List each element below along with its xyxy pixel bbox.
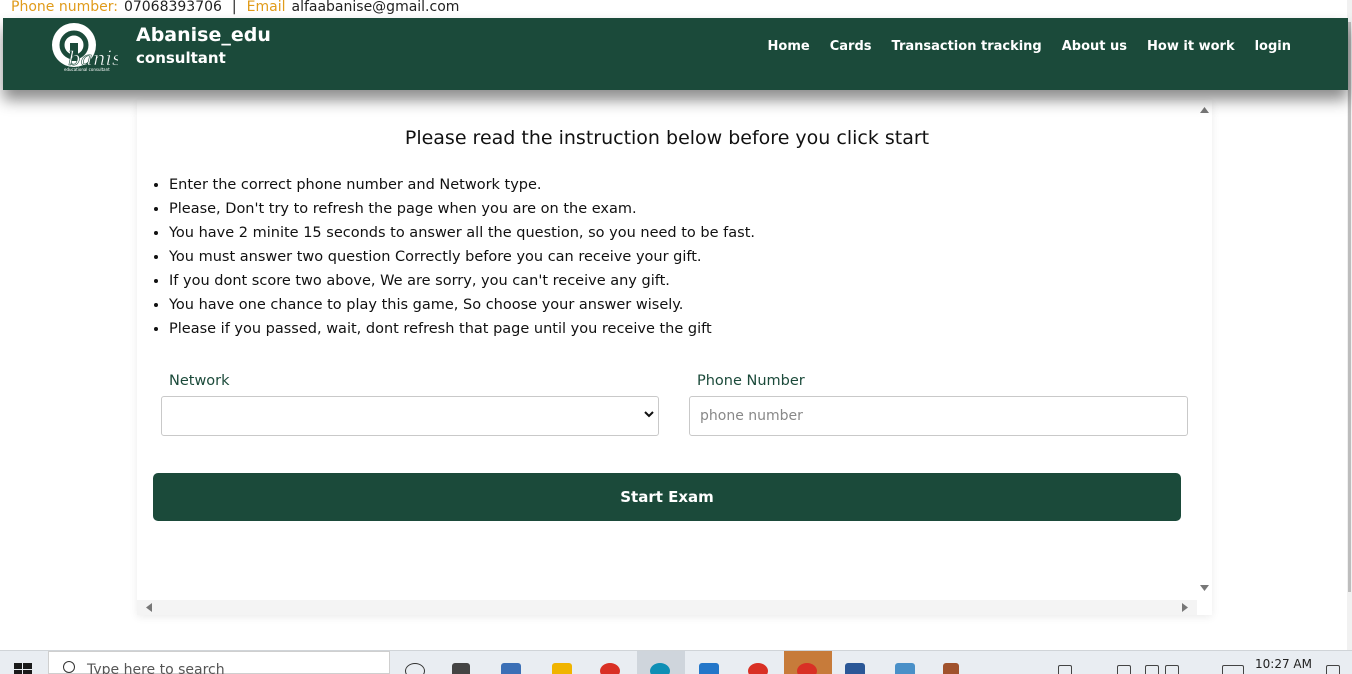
nav-transaction-tracking[interactable]: Transaction tracking [892,39,1042,54]
instruction-item: If you dont score two above, We are sorr… [169,269,755,293]
taskbar-clock[interactable]: 10:27 AM [1255,657,1312,671]
page-scrollbar-thumb[interactable] [1348,22,1351,592]
cortana-icon[interactable] [405,663,425,674]
phone-number-label: Phone Number [697,373,805,389]
instruction-item: You have one chance to play this game, S… [169,293,755,317]
brand-title[interactable]: Abanise_edu [136,24,271,46]
instruction-item: Please if you passed, wait, dont refresh… [169,317,755,341]
nav-home[interactable]: Home [768,39,810,54]
card-title: Please read the instruction below before… [404,127,930,149]
taskbar-search[interactable]: Type here to search [48,651,390,674]
instruction-card: Please read the instruction below before… [137,100,1212,615]
logo-caption: educational consultant [64,67,110,72]
network-label: Network [169,373,230,389]
navbar: banise educational consultant Abanise_ed… [3,18,1348,90]
nav-how-it-work[interactable]: How it work [1147,39,1235,54]
card-vertical-scrollbar[interactable] [1197,100,1212,600]
windows-start-icon[interactable] [14,663,32,674]
app-icon[interactable] [501,663,521,674]
email-label: Email [246,0,286,15]
nav-links: Home Cards Transaction tracking About us… [768,39,1291,54]
instruction-item: You have 2 minite 15 seconds to answer a… [169,221,755,245]
chrome-profile-icon[interactable] [748,663,768,674]
network-select[interactable] [161,396,659,436]
logo-icon: banise educational consultant [52,23,134,72]
chrome-icon[interactable] [600,663,620,674]
search-icon [63,661,75,673]
brand-subtitle: consultant [136,49,226,67]
phone-label: Phone number: [11,0,118,15]
vscode-icon[interactable] [699,663,719,674]
contact-separator: | [231,0,237,15]
nav-login[interactable]: login [1255,39,1291,54]
instruction-item: Enter the correct phone number and Netwo… [169,173,755,197]
page-scrollbar[interactable] [1347,0,1352,650]
chrome-active-icon[interactable] [797,663,817,674]
app-icon[interactable] [895,663,915,674]
contact-bar: Phone number: 07068393706 | Email alfaabanis… [0,0,1352,18]
task-view-icon[interactable] [452,663,470,674]
word-icon[interactable] [845,663,865,674]
phone-number: 07068393706 [123,0,222,15]
phone-number-input[interactable] [689,396,1188,436]
file-explorer-icon[interactable] [552,663,572,674]
brand-logo[interactable]: banise educational consultant [48,21,134,72]
app-icon[interactable] [943,663,959,674]
scroll-down-arrow-icon[interactable] [1200,585,1209,591]
chevron-down-icon [644,411,654,418]
instruction-item: You must answer two question Correctly b… [169,245,755,269]
taskbar-search-placeholder: Type here to search [87,662,225,674]
nav-about-us[interactable]: About us [1062,39,1127,54]
instruction-list: Enter the correct phone number and Netwo… [150,173,755,341]
nav-cards[interactable]: Cards [830,39,872,54]
scroll-left-arrow-icon[interactable] [146,603,152,612]
instruction-item: Please, Don't try to refresh the page wh… [169,197,755,221]
edge-icon[interactable] [650,663,670,674]
windows-taskbar: Type here to search 10:27 AM [0,650,1352,674]
card-horizontal-scrollbar[interactable] [137,600,1197,615]
start-exam-button[interactable]: Start Exam [153,473,1181,521]
scroll-right-arrow-icon[interactable] [1182,603,1188,612]
scroll-up-arrow-icon[interactable] [1200,107,1209,113]
email-address: alfaabanise@gmail.com [291,0,460,15]
